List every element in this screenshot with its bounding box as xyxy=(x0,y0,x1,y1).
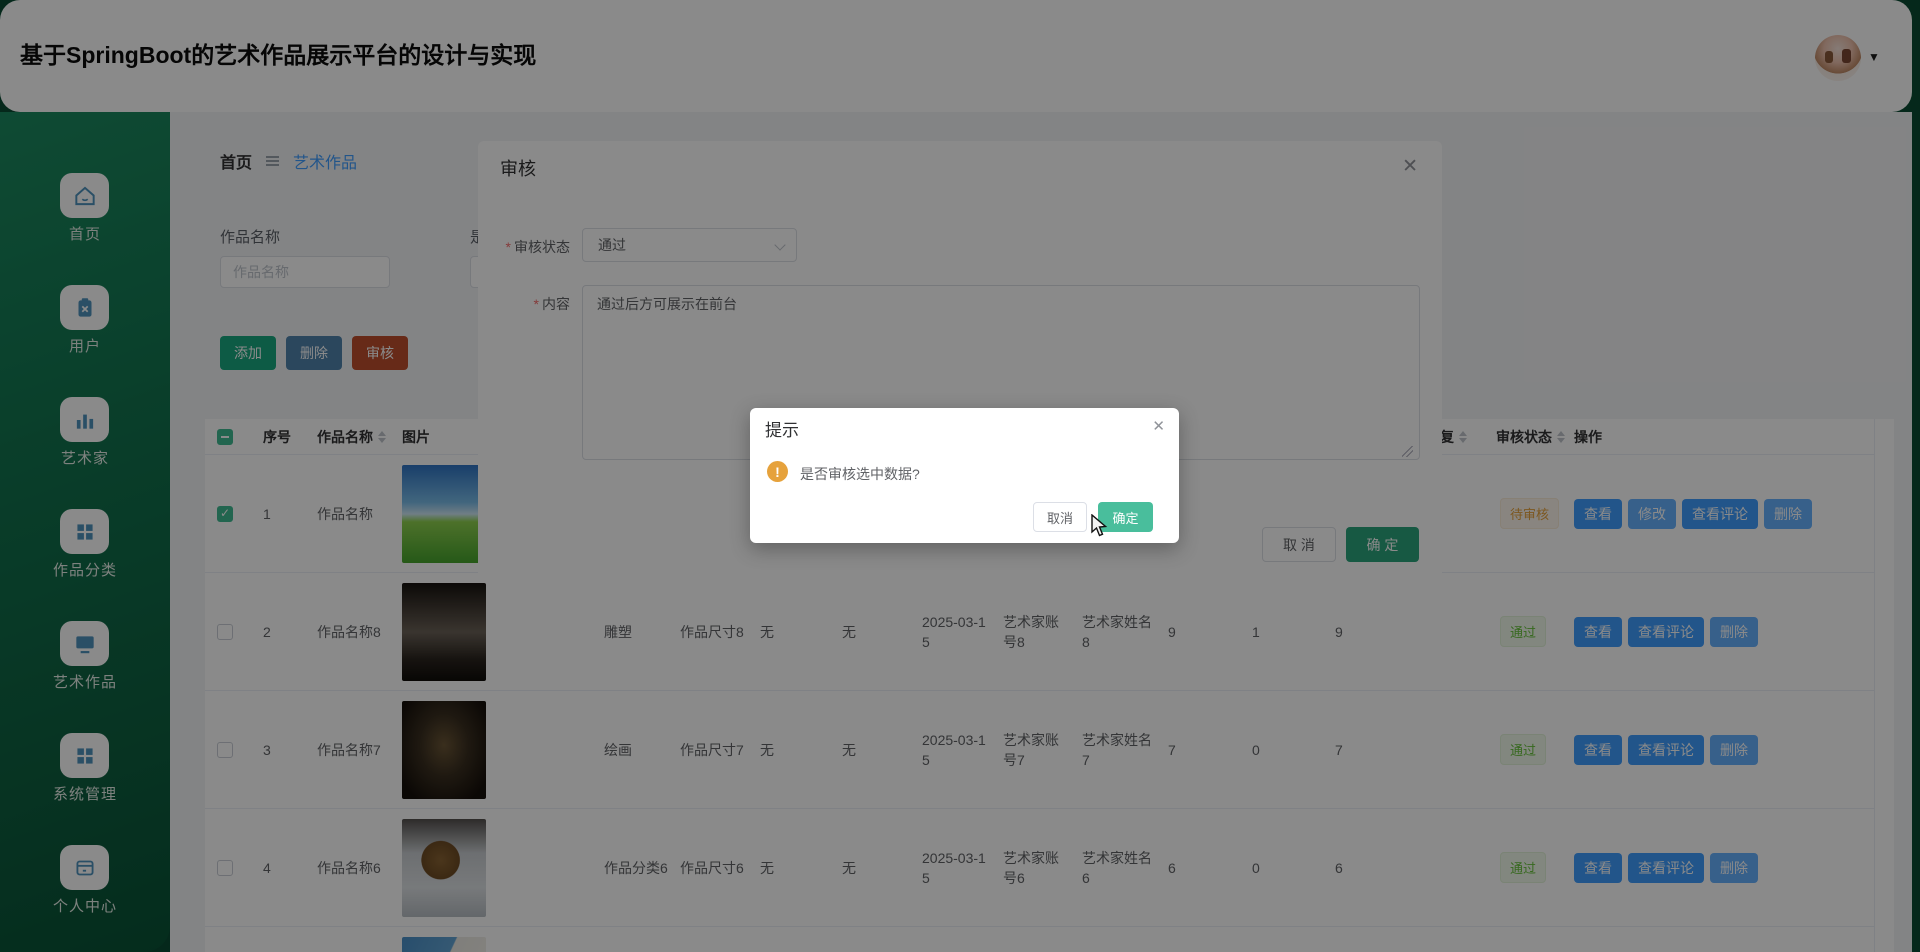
confirm-cancel-button[interactable]: 取消 xyxy=(1033,502,1087,532)
confirm-dialog-title: 提示 xyxy=(765,416,799,441)
confirm-message: 是否审核选中数据? xyxy=(800,464,920,484)
warning-icon: ! xyxy=(767,461,788,482)
close-icon[interactable]: ✕ xyxy=(1152,417,1165,435)
mouse-cursor xyxy=(1090,514,1112,538)
confirm-dialog: 提示 ✕ ! 是否审核选中数据? 取消 确定 xyxy=(750,408,1179,543)
